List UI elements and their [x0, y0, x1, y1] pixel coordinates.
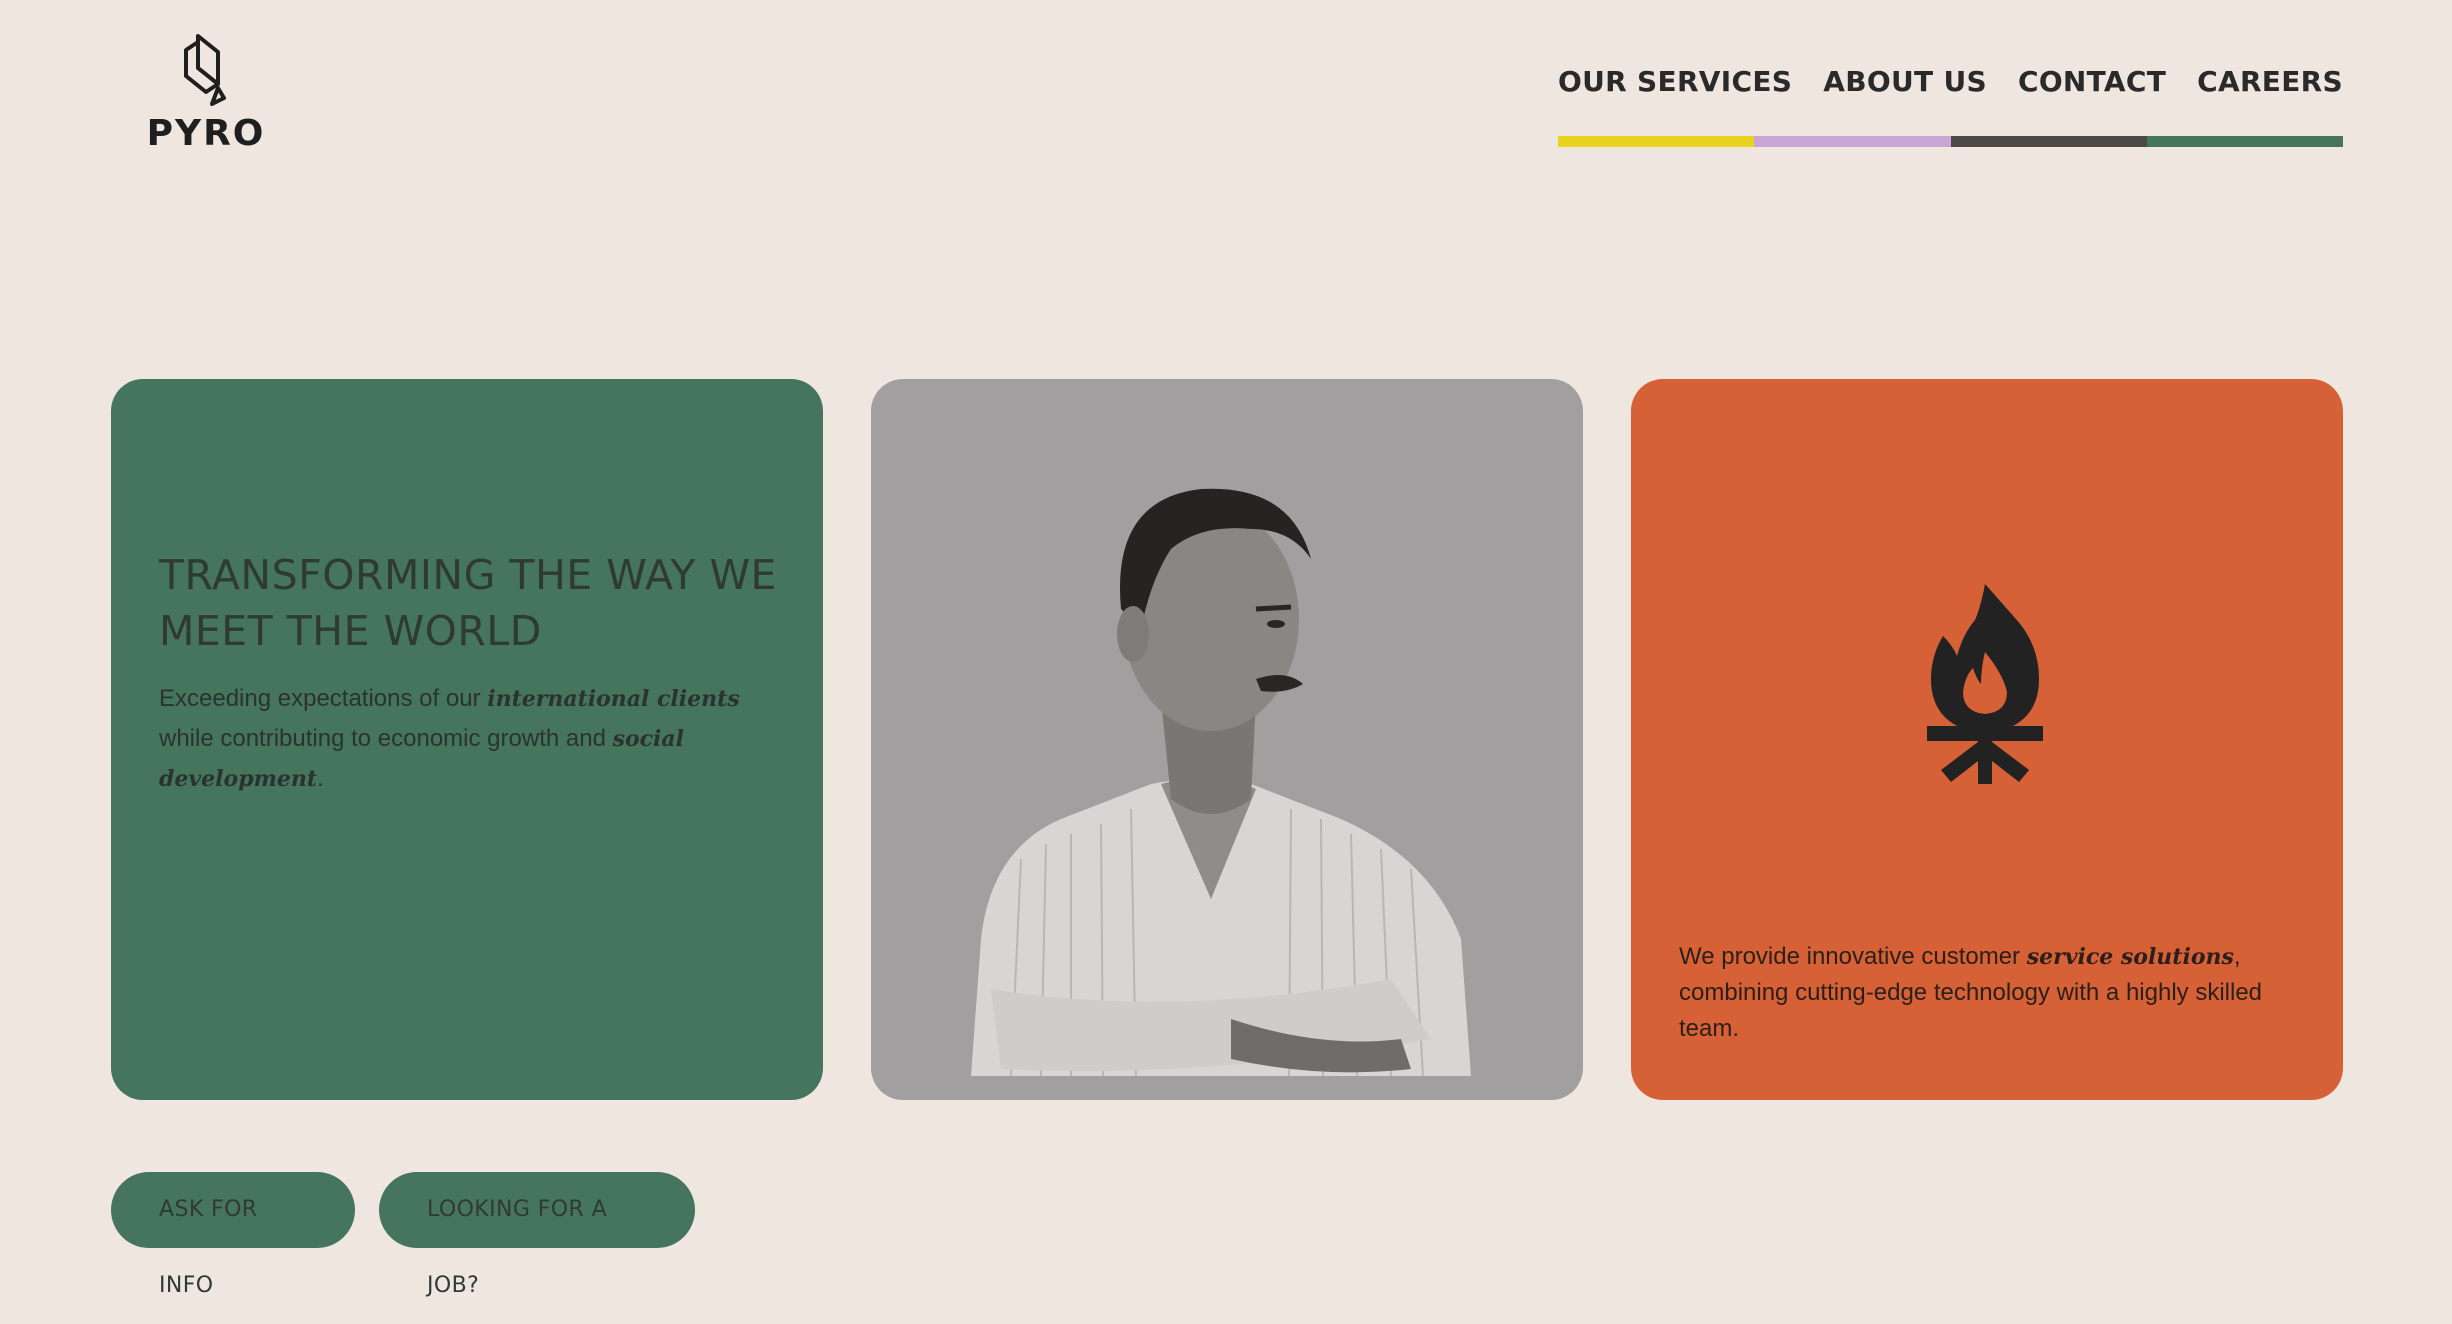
portrait-card — [871, 379, 1583, 1100]
hero-text: Exceeding expectations of our internatio… — [159, 679, 789, 799]
nav-color-bar — [1558, 136, 2343, 147]
main-nav: OUR SERVICES ABOUT US CONTACT CAREERS — [1558, 64, 2343, 147]
hero-card: TRANSFORMING THE WAY WE MEET THE WORLD E… — [111, 379, 823, 1100]
nav-our-services[interactable]: OUR SERVICES — [1558, 64, 1792, 100]
service-card: We provide innovative customer service s… — [1631, 379, 2343, 1100]
nav-contact[interactable]: CONTACT — [2018, 64, 2166, 100]
nav-items: OUR SERVICES ABOUT US CONTACT CAREERS — [1558, 64, 2343, 100]
nav-careers[interactable]: CAREERS — [2197, 64, 2343, 100]
nav-bar-about — [1754, 136, 1951, 147]
nav-about-us[interactable]: ABOUT US — [1823, 64, 1987, 100]
nav-bar-careers — [2146, 136, 2343, 147]
service-text-em: service solutions — [2026, 944, 2234, 970]
pyro-logo-icon — [184, 34, 226, 106]
campfire-icon — [1927, 584, 2043, 784]
portrait-image — [971, 488, 1471, 1077]
nav-bar-services — [1558, 136, 1755, 147]
brand-logo[interactable]: PYRO — [146, 32, 266, 152]
brand-name: PYRO — [146, 113, 266, 154]
hero-text-part3: . — [317, 765, 324, 792]
service-text-part1: We provide innovative customer — [1679, 943, 2027, 970]
nav-bar-contact — [1950, 136, 2147, 147]
hero-text-em1: international clients — [487, 686, 740, 712]
service-text: We provide innovative customer service s… — [1679, 939, 2299, 1047]
hero-text-part2: while contributing to economic growth an… — [159, 725, 613, 752]
hero-text-part1: Exceeding expectations of our — [159, 685, 488, 712]
hero-title: TRANSFORMING THE WAY WE MEET THE WORLD — [159, 551, 777, 655]
